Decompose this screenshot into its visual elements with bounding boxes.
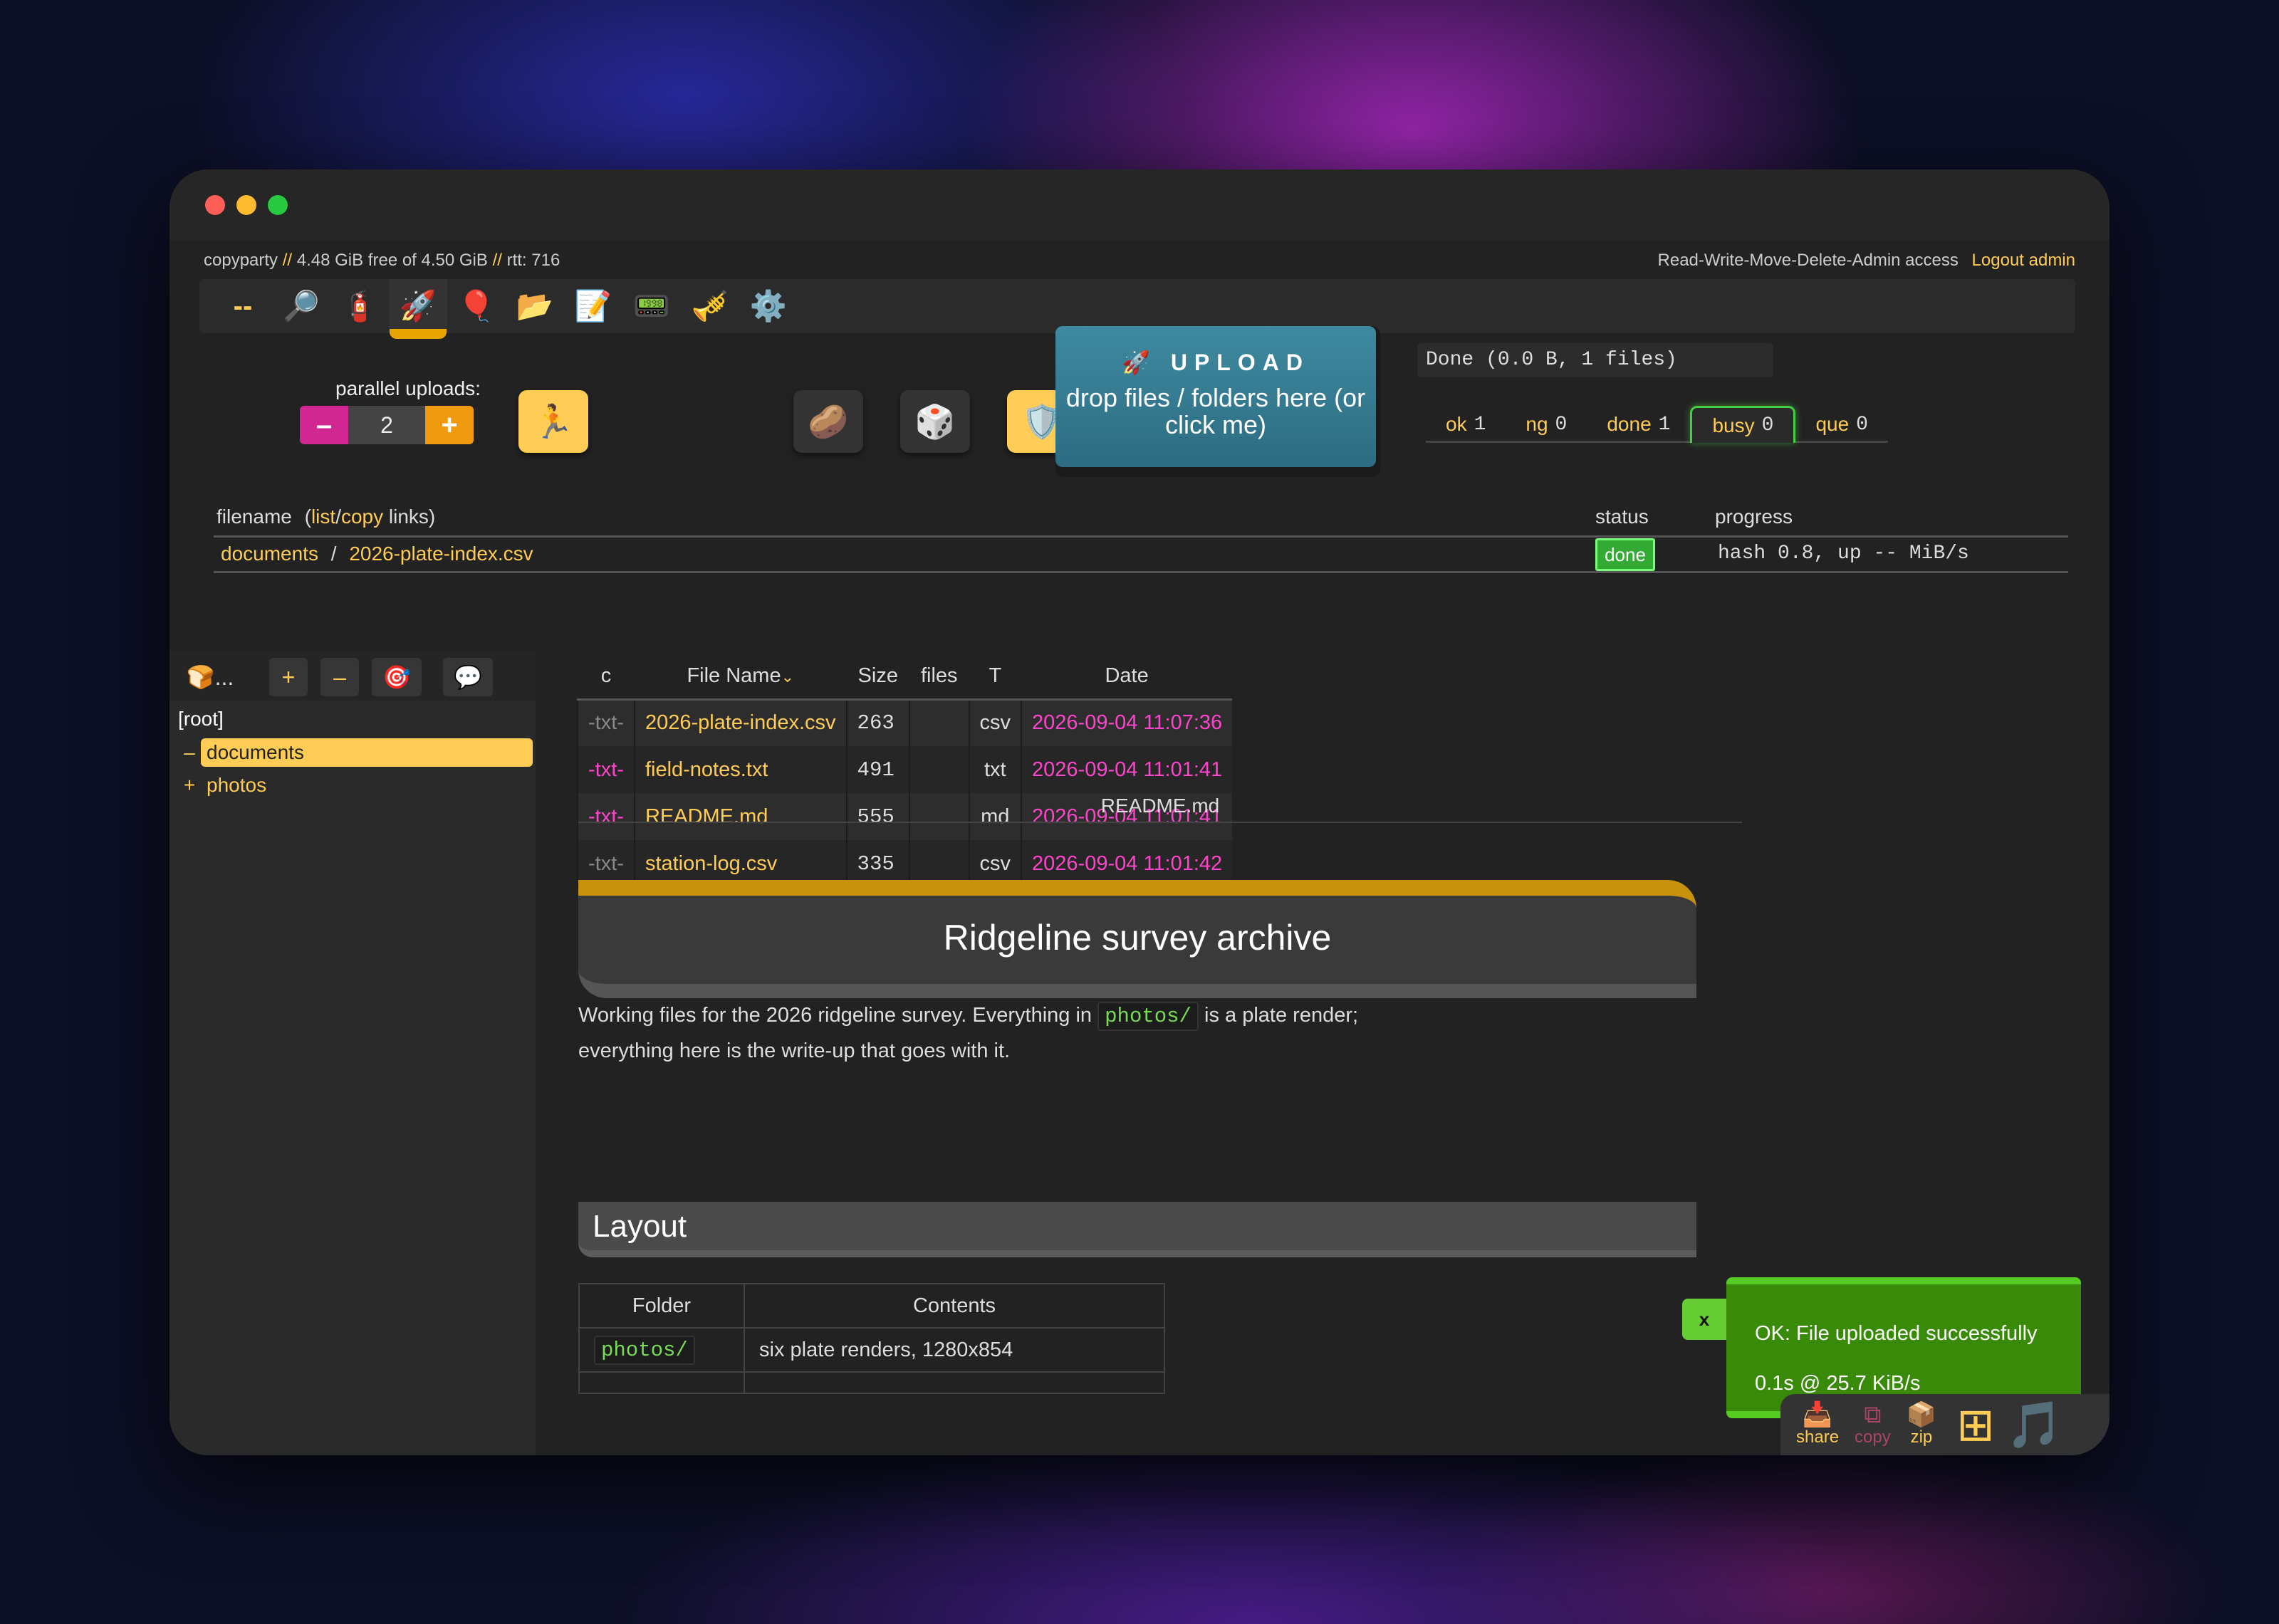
upload-row-file-link[interactable]: 2026-plate-index.csv	[349, 543, 533, 565]
readme-heading-1: Ridgeline survey archive	[578, 880, 1696, 998]
readme-heading-2: Layout	[578, 1202, 1696, 1257]
minimize-window-button[interactable]	[236, 195, 256, 215]
upload-status-tabs: ok 1 ng 0 done 1 busy 0 que 0	[1426, 406, 1888, 443]
upload-row-progress: hash 0.8, up -- MiB/s	[1718, 543, 1969, 565]
tree-item-documents[interactable]: – documents	[178, 738, 533, 768]
tab-ng[interactable]: ng 0	[1506, 406, 1587, 443]
table-row: photos/ six plate renders, 1280x854	[578, 1327, 1165, 1373]
collapse-ops-button[interactable]: --	[214, 279, 272, 333]
progress-header: progress	[1715, 505, 1793, 528]
divider	[214, 571, 2068, 573]
server-info: copyparty // 4.48 GiB free of 4.50 GiB /…	[204, 251, 560, 270]
file-list-table: c File Name⌄ Size files T Date -txt- 202…	[577, 654, 1233, 887]
col-filename[interactable]: File Name⌄	[634, 654, 847, 701]
browser-window: copyparty // 4.48 GiB free of 4.50 GiB /…	[170, 169, 2109, 1455]
inbox-icon: 📥	[1802, 1401, 1833, 1428]
tree-root[interactable]: [root]	[178, 708, 224, 730]
account-info: Read-Write-Move-Delete-Admin access Logo…	[1658, 251, 2075, 271]
status-header: status	[1595, 505, 1649, 528]
table-row[interactable]: -txt- field-notes.txt 491 txt 2026-09-04…	[577, 746, 1233, 793]
close-window-button[interactable]	[205, 195, 225, 215]
parallel-uploads-stepper: – 2 +	[300, 406, 474, 444]
package-icon: 📦	[1906, 1401, 1937, 1428]
runner-toggle-button[interactable]: 🏃	[518, 390, 588, 453]
readme-filename: README.md	[578, 795, 1742, 823]
zip-button[interactable]: 📦 zip	[1907, 1402, 1936, 1447]
bread-icon[interactable]: 🍞...	[178, 658, 242, 696]
col-type[interactable]: T	[969, 654, 1022, 701]
share-button[interactable]: 📥 share	[1796, 1402, 1839, 1447]
sort-indicator-icon: ⌄	[781, 667, 795, 686]
pager-icon[interactable]: 📟	[622, 279, 681, 333]
extinguisher-icon[interactable]: 🧯	[330, 279, 389, 333]
toast-message: OK: File uploaded successfully	[1755, 1322, 2038, 1345]
gear-icon[interactable]: ⚙️	[739, 279, 798, 333]
trumpet-icon[interactable]: 🎺	[681, 279, 739, 333]
copyparty-app: copyparty // 4.48 GiB free of 4.50 GiB /…	[170, 241, 2109, 1455]
folder-tree-panel: 🍞... + – 🎯 💬 [root] – documents + photos	[170, 652, 536, 1455]
tree-item-photos[interactable]: + photos	[178, 770, 272, 800]
list-links-link[interactable]: list	[311, 505, 335, 528]
upload-dropzone[interactable]: 🚀 UPLOAD drop files / folders here (or c…	[1055, 326, 1376, 467]
folder-icon[interactable]: 📂	[506, 279, 564, 333]
col-c[interactable]: c	[578, 654, 635, 701]
tab-done[interactable]: done 1	[1587, 406, 1690, 443]
tree-expand-button[interactable]: +	[269, 658, 308, 696]
table-row	[578, 1371, 1165, 1394]
tab-que[interactable]: que 0	[1795, 406, 1888, 443]
inline-code: photos/	[1097, 1002, 1199, 1031]
status-badge: done	[1595, 538, 1655, 571]
copy-button[interactable]: ⧉ copy	[1855, 1402, 1891, 1447]
col-date[interactable]: Date	[1021, 654, 1233, 701]
dice-toggle-button[interactable]: 🎲	[900, 390, 970, 453]
disk-free: 4.48 GiB free of 4.50 GiB	[296, 251, 488, 270]
upload-title: 🚀 UPLOAD	[1122, 350, 1310, 375]
access-level: Read-Write-Move-Delete-Admin access	[1657, 251, 1959, 270]
upload-row-path: documents / 2026-plate-index.csv	[221, 543, 533, 565]
search-icon[interactable]: 🔎	[272, 279, 330, 333]
parallel-increase-button[interactable]: +	[425, 406, 474, 444]
divider	[214, 535, 2068, 538]
tab-ok[interactable]: ok 1	[1426, 406, 1506, 443]
selection-bar: 📥 share ⧉ copy 📦 zip ⊞ 🎵	[1780, 1394, 2109, 1455]
readme-table: Folder Contents photos/ six plate render…	[578, 1283, 1165, 1394]
ops-toolbar: -- 🔎 🧯 🚀 🎈 📂 📝 📟 🎺 ⚙️	[199, 279, 2075, 339]
memo-icon[interactable]: 📝	[564, 279, 622, 333]
upload-summary: Done (0.0 B, 1 files)	[1417, 343, 1773, 377]
target-icon[interactable]: 🎯	[372, 658, 422, 696]
readme-table-header: Contents	[744, 1283, 1165, 1329]
parallel-decrease-button[interactable]: –	[300, 406, 348, 444]
tab-busy[interactable]: busy 0	[1690, 406, 1796, 443]
col-files[interactable]: files	[909, 654, 969, 701]
readme-paragraph: Working files for the 2026 ridgeline sur…	[578, 998, 1362, 1068]
app-name: copyparty	[204, 251, 278, 270]
table-row[interactable]: -txt- 2026-plate-index.csv 263 csv 2026-…	[577, 699, 1233, 746]
upload-row-dir-link[interactable]: documents	[221, 543, 318, 565]
tree-toolbar: 🍞... + – 🎯 💬	[170, 652, 536, 701]
grid-view-icon[interactable]: ⊞	[1956, 1398, 1995, 1452]
toast-close-button[interactable]: x	[1682, 1299, 1726, 1340]
logout-link[interactable]: Logout admin	[1972, 251, 2075, 270]
col-size[interactable]: Size	[846, 654, 909, 701]
potato-toggle-button[interactable]: 🥔	[793, 390, 863, 453]
balloon-icon[interactable]: 🎈	[447, 279, 506, 333]
parallel-value[interactable]: 2	[348, 406, 425, 444]
chat-icon[interactable]: 💬	[443, 658, 493, 696]
tree-collapse-button[interactable]: –	[320, 658, 359, 696]
rocket-icon[interactable]: 🚀	[389, 279, 447, 339]
readme-table-header: Folder	[578, 1283, 745, 1329]
music-player-icon[interactable]: 🎵	[2006, 1398, 2063, 1452]
parallel-uploads-label: parallel uploads:	[335, 377, 481, 399]
title-bar	[170, 169, 2109, 241]
upload-hint: drop files / folders here (or click me)	[1065, 383, 1366, 439]
filename-header: filename (list/copy links)	[217, 505, 436, 528]
copy-icon: ⧉	[1864, 1401, 1882, 1428]
copy-links-link[interactable]: copy	[341, 505, 383, 528]
rtt-readout: rtt: 716	[506, 251, 560, 270]
maximize-window-button[interactable]	[268, 195, 288, 215]
